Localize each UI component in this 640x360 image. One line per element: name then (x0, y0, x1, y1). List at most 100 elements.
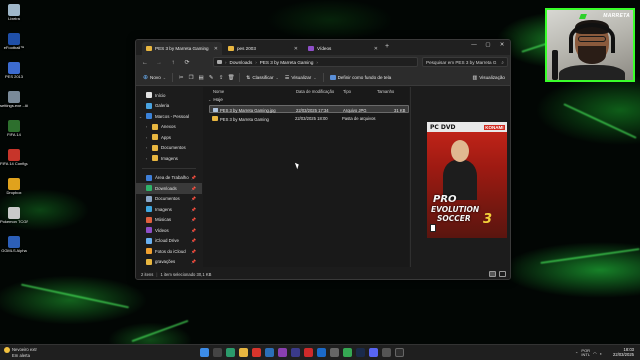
tab-videos[interactable]: Vídeos ✕ (304, 42, 382, 55)
pin-icon: 📌 (191, 227, 196, 233)
sort-button[interactable]: ⇅ Classificar ⌄ (243, 72, 282, 84)
breadcrumb-downloads[interactable]: Downloads (230, 60, 253, 65)
forward-arrow-icon[interactable]: → (154, 60, 164, 66)
up-arrow-icon[interactable]: ↑ (168, 60, 178, 66)
column-size[interactable]: Tamanho (377, 89, 394, 94)
sidebar-item-label: Área de Trabalho (155, 175, 189, 181)
chrome-icon[interactable] (343, 348, 352, 357)
close-tab-icon[interactable]: ✕ (374, 46, 378, 52)
sidebar-item[interactable]: Documentos 📌 (136, 194, 202, 205)
view-button[interactable]: ☰ Visualizar ⌄ (282, 72, 320, 84)
divider (322, 73, 324, 82)
sidebar-item[interactable]: Fotos do iCloud 📌 (136, 246, 202, 257)
after-effects-icon[interactable] (291, 348, 300, 357)
group-header[interactable]: ⌄ Hoje (208, 97, 223, 102)
desktop-icon[interactable]: eFootball™ (0, 33, 28, 59)
new-tab-button[interactable]: + (385, 43, 389, 50)
copy-icon[interactable]: ❐ (186, 75, 196, 81)
set-wallpaper-button[interactable]: Definir como fundo de tela (327, 72, 395, 84)
app-icon (8, 4, 20, 16)
sidebar-item[interactable]: Músicas 📌 (136, 215, 202, 226)
chevron-up-icon[interactable]: ⌃ (575, 351, 578, 356)
video-icon (308, 46, 314, 51)
close-button[interactable]: ✕ (495, 42, 509, 48)
record-icon[interactable] (304, 348, 313, 357)
acrobat-icon[interactable] (252, 348, 261, 357)
tab-pes3[interactable]: PES 3 by Marreta Gaming ✕ (142, 42, 222, 55)
sidebar-item[interactable]: ⌄ Marcos - Pessoal (136, 111, 202, 122)
chevron-icon[interactable]: ⌄ (138, 114, 143, 119)
paste-icon[interactable]: ▤ (196, 75, 206, 81)
breadcrumb-current[interactable]: PES 3 by Marreta Gaming (260, 60, 314, 65)
minimize-button[interactable]: — (467, 42, 481, 48)
premiere-icon[interactable] (278, 348, 287, 357)
sidebar-item[interactable]: Vídeos 📌 (136, 225, 202, 236)
tiles-view-icon[interactable] (499, 271, 506, 277)
sidebar-item[interactable]: Área de Trabalho 📌 (136, 173, 202, 184)
chevron-icon[interactable]: › (144, 135, 149, 140)
chevron-icon[interactable]: › (144, 124, 149, 129)
sidebar-item[interactable]: › Imagens (136, 153, 202, 164)
desktop-icon[interactable]: settings.exe - Atalho (0, 91, 28, 117)
preview-pane-button[interactable]: ▥ Visualização (470, 72, 508, 84)
file-row-folder[interactable]: PES 3 by Marreta Gaming 22/03/2025 18:00… (209, 114, 409, 122)
desktop-icon[interactable]: FIFA 14 Configurati... (0, 149, 28, 175)
language-indicator[interactable]: POR INTL (581, 349, 590, 357)
sidebar-item[interactable]: Galeria (136, 101, 202, 112)
chevron-icon[interactable]: › (144, 156, 149, 161)
chevron-icon[interactable]: › (144, 145, 149, 150)
app-icon[interactable] (330, 348, 339, 357)
close-tab-icon[interactable]: ✕ (214, 46, 218, 52)
details-view-icon[interactable] (489, 271, 496, 277)
file-row-jpg[interactable]: PES 3 by Marreta Gaming.jpg 22/03/2025 1… (209, 105, 409, 113)
share-icon[interactable]: ⇪ (216, 75, 226, 81)
desktop-icon[interactable]: Lixeira (0, 4, 28, 30)
photoshop-icon[interactable] (265, 348, 274, 357)
sidebar-item[interactable]: iCloud Drive 📌 (136, 236, 202, 247)
obs-icon[interactable] (395, 348, 404, 357)
pin-icon: 📌 (191, 248, 196, 254)
tab-pes2003[interactable]: pes 2003 ✕ (224, 42, 302, 55)
desktop-icon[interactable]: Pokemon TCGP (0, 207, 28, 233)
desktop-icon[interactable]: GGMLS Alpha (0, 236, 28, 262)
cut-icon[interactable]: ✂ (176, 75, 186, 81)
file-explorer-icon[interactable] (239, 348, 248, 357)
close-tab-icon[interactable]: ✕ (294, 46, 298, 52)
sidebar-item[interactable]: › Documentos (136, 143, 202, 154)
discord-icon[interactable] (369, 348, 378, 357)
steam-icon[interactable] (356, 348, 365, 357)
sidebar-item-label: gravações (155, 259, 176, 265)
sidebar-item[interactable]: Imagens 📌 (136, 204, 202, 215)
desktop-icon[interactable]: FIFA 14 (0, 120, 28, 146)
edge-icon[interactable] (226, 348, 235, 357)
wifi-icon[interactable]: ◠ (593, 351, 597, 356)
start-button-icon[interactable] (200, 348, 209, 357)
volume-icon[interactable]: ◖ (600, 351, 602, 356)
delete-icon[interactable]: 🗑 (226, 75, 236, 81)
address-bar[interactable]: › Downloads › PES 3 by Marreta Gaming › (213, 57, 418, 67)
rename-icon[interactable]: ✎ (206, 75, 216, 81)
search-icon[interactable] (213, 348, 222, 357)
back-arrow-icon[interactable]: ← (140, 60, 150, 66)
desktop-icon[interactable]: PES 2013 (0, 62, 28, 88)
sidebar-item[interactable]: Downloads 📌 (136, 183, 202, 194)
clock[interactable]: 18:03 22/03/2025 (613, 347, 634, 357)
sidebar-item[interactable]: Início (136, 90, 202, 101)
maximize-button[interactable]: ▢ (481, 42, 495, 48)
file-date: 22/03/2025 18:00 (295, 115, 328, 121)
refresh-icon[interactable]: ⟳ (182, 59, 192, 66)
app-icon (8, 178, 20, 190)
search-input[interactable]: Pesquisar em PES 3 by Marreta G ⌕ (422, 57, 508, 67)
sidebar-item[interactable]: › Anexos (136, 122, 202, 133)
column-name[interactable]: Nome (213, 89, 224, 94)
sidebar-item[interactable]: › Apps (136, 132, 202, 143)
outlook-icon[interactable] (317, 348, 326, 357)
desktop-icon[interactable]: Dropbox (0, 178, 28, 204)
column-type[interactable]: Tipo (343, 89, 351, 94)
column-date[interactable]: Data de modificação (296, 89, 334, 94)
new-button[interactable]: ⊕ Novo ⌄ (140, 72, 169, 84)
weather-widget[interactable]: Nevoeiro extr Em alerta (4, 347, 37, 358)
app-icon[interactable] (382, 348, 391, 357)
sidebar-item[interactable]: gravações 📌 (136, 257, 202, 268)
sidebar-item-label: Downloads (155, 185, 177, 191)
